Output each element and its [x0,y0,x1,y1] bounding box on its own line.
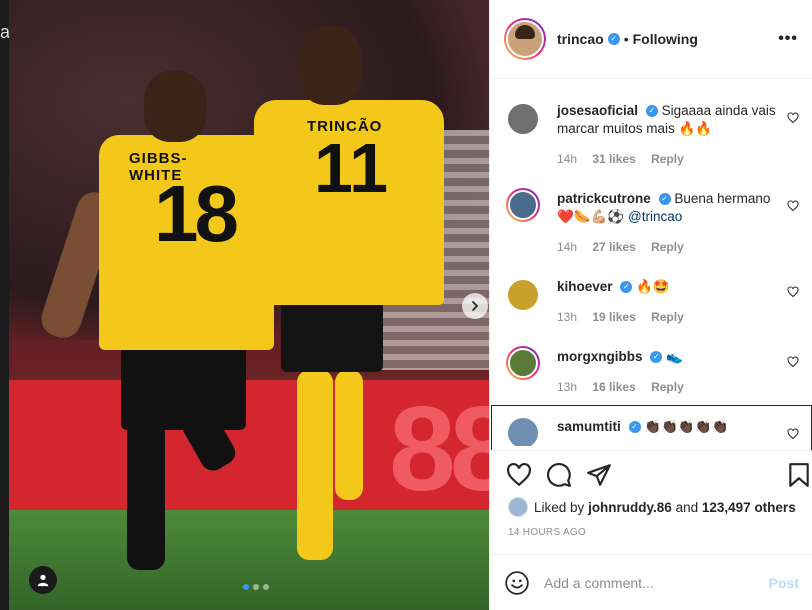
carousel-dot [243,584,249,590]
like-heart-icon[interactable] [506,462,532,488]
header-separator: • [623,31,629,47]
comment-avatar[interactable] [506,278,540,312]
liked-by-line: Liked by johnruddy.86 and 123,497 others [508,497,796,517]
post-actions-bar [490,450,812,490]
comment-reply-button[interactable]: Reply [651,240,684,254]
comment-likes[interactable]: 19 likes [592,310,635,324]
post-image[interactable]: 88 GIBBS-WHITE 18 TRINCÃO 11 [9,0,489,610]
add-comment-bar: Add a comment... Post [490,554,812,610]
comment-mention-link[interactable]: @trincao [628,209,682,224]
carousel-indicator [243,584,269,590]
chevron-right-icon [472,301,479,311]
board-text: 88 [389,382,489,516]
comment-time: 14h [557,152,578,166]
post-header: trincao ✓ • Following ••• [490,0,812,79]
comment-text-block: josesaoficial ✓ Sigaaaa ainda vais marca… [557,102,777,138]
user-icon [37,574,49,587]
player2-shirt-number: 11 [314,129,388,207]
comment-reply-button[interactable]: Reply [651,152,684,166]
comment-username[interactable]: morgxngibbs [557,349,643,364]
verified-badge-icon: ✓ [620,281,633,294]
comment-username[interactable]: patrickcutrone [557,191,651,206]
comment-username[interactable]: josesaoficial [557,103,638,118]
comment-avatar[interactable] [506,346,540,380]
comment-likes[interactable]: 31 likes [592,152,635,166]
liked-by-avatar[interactable] [508,497,528,517]
heart-icon[interactable] [787,356,799,368]
carousel-dot [253,584,259,590]
heart-icon[interactable] [787,286,799,298]
scroll-stub: • • [650,80,660,85]
liked-by-middle: and [675,499,699,515]
comment-meta: 14h 31 likes Reply [557,152,696,166]
comment-text-block: patrickcutrone ✓ Buena hermano ❤️🌭💪🏼⚽ @t… [557,190,777,226]
comments-list[interactable]: • • josesaoficial ✓ Sigaaaa ainda vais m… [490,80,812,446]
comment-time: 13h [557,380,578,394]
liked-by-others[interactable]: 123,497 others [702,500,796,515]
heart-icon[interactable] [787,112,799,124]
verified-badge-icon: ✓ [645,105,658,118]
comment-reply-button[interactable]: Reply [651,380,684,394]
comment-meta: 13h 16 likes Reply [557,380,696,394]
post-side-panel: trincao ✓ • Following ••• • • josesaofic… [489,0,812,610]
pitch [9,510,489,610]
focused-comment-outline [491,405,812,450]
comment-avatar[interactable] [506,102,540,136]
verified-badge-icon: ✓ [607,33,620,45]
emoji-icon[interactable] [504,570,530,596]
advertising-board: 88 [9,380,489,516]
post-comment-button[interactable]: Post [769,575,799,591]
comment-username[interactable]: kihoever [557,279,613,294]
author-avatar[interactable] [504,18,546,60]
comment-time: 13h [557,310,578,324]
background-page-strip: a [0,0,10,610]
player1-shirt-number: 18 [154,169,239,258]
verified-badge-icon: ✓ [650,351,663,364]
share-paper-plane-icon[interactable] [586,462,612,488]
following-button[interactable]: Following [633,31,698,47]
comment-reply-button[interactable]: Reply [651,310,684,324]
tagged-users-button[interactable] [29,566,57,594]
comment-likes[interactable]: 27 likes [592,240,635,254]
author-username[interactable]: trincao [557,31,604,47]
comment-bubble-icon[interactable] [546,462,572,488]
carousel-dot [263,584,269,590]
add-comment-input[interactable]: Add a comment... [544,575,654,591]
liked-by-prefix: Liked by [534,499,585,515]
comment-text: 👟 [666,349,683,364]
verified-badge-icon: ✓ [658,193,671,206]
comment-time: 14h [557,240,578,254]
more-options-icon[interactable]: ••• [778,30,798,48]
comment-likes[interactable]: 16 likes [592,380,635,394]
comment-meta: 14h 27 likes Reply [557,240,696,254]
comment-text: 🔥🤩 [636,279,670,294]
comment-text-block: morgxngibbs ✓ 👟 [557,348,777,366]
heart-icon[interactable] [787,200,799,212]
post-timestamp[interactable]: 14 HOURS AGO [508,527,586,538]
comment-avatar[interactable] [506,188,540,222]
next-image-button[interactable] [462,293,488,319]
comment-meta: 13h 19 likes Reply [557,310,696,324]
bookmark-icon[interactable] [786,462,812,488]
liked-by-user[interactable]: johnruddy.86 [588,500,672,515]
comment-text-block: kihoever ✓ 🔥🤩 [557,278,777,296]
